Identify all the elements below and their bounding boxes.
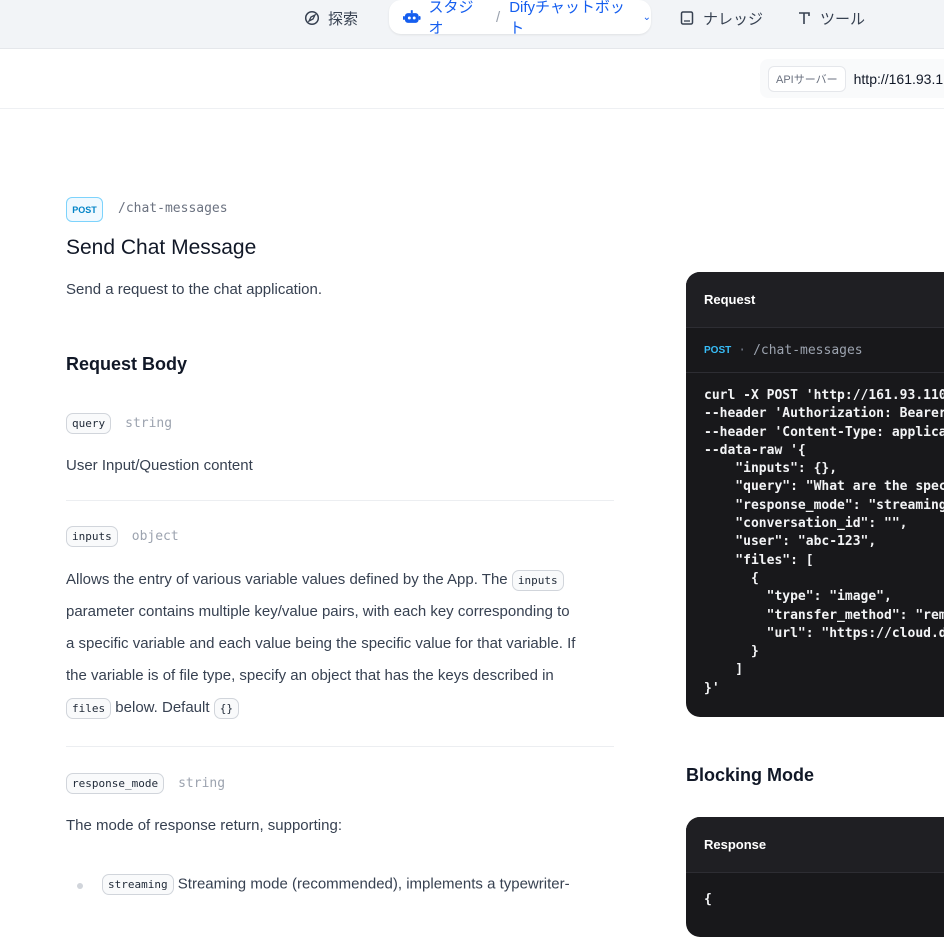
desc-text: below. Default bbox=[115, 699, 210, 716]
book-icon bbox=[680, 11, 694, 25]
desc-line: Allows the entry of various variable val… bbox=[66, 564, 614, 596]
desc-line: a specific variable and each value being… bbox=[66, 635, 576, 652]
endpoint-path: /chat-messages bbox=[118, 201, 228, 216]
tool-icon bbox=[799, 12, 810, 24]
divider bbox=[66, 500, 614, 501]
api-server-url[interactable]: http://161.93.1 bbox=[854, 71, 944, 87]
chevron-down-icon[interactable]: ⌄ bbox=[643, 12, 651, 23]
param-name-chip: query bbox=[66, 413, 112, 434]
nav-explore-label: 探索 bbox=[328, 10, 359, 28]
panel-endpoint: POST · /chat-messages bbox=[686, 328, 944, 373]
nav-tools[interactable]: ツール bbox=[796, 2, 865, 34]
inline-code-chip: inputs bbox=[511, 569, 564, 591]
panel-title: Request bbox=[686, 272, 944, 328]
param-name-chip: response_mode bbox=[66, 773, 165, 794]
bullet-item: streaming Streaming mode (recommended), … bbox=[102, 874, 570, 895]
compass-icon bbox=[304, 10, 320, 26]
param-inputs: inputs object bbox=[66, 526, 179, 547]
param-type: string bbox=[178, 776, 226, 791]
inline-code-chip: {} bbox=[213, 697, 239, 719]
endpoint-title: Send Chat Message bbox=[66, 236, 257, 259]
nav-explore[interactable]: 探索 bbox=[304, 2, 358, 34]
panel-method: POST bbox=[704, 344, 732, 356]
breadcrumb-separator: / bbox=[496, 8, 501, 26]
blocking-mode-title: Blocking Mode bbox=[686, 765, 815, 785]
param-type: object bbox=[131, 529, 179, 544]
desc-line: parameter contains multiple key/value pa… bbox=[66, 603, 570, 620]
endpoint-description: Send a request to the chat application. bbox=[66, 281, 323, 298]
panel-title: Response bbox=[686, 817, 944, 873]
robot-icon bbox=[403, 10, 421, 23]
param-response-mode: response_mode string bbox=[66, 773, 225, 794]
param-description: The mode of response return, supporting: bbox=[66, 817, 342, 834]
nav-knowledge-label: ナレッジ bbox=[703, 10, 764, 28]
inline-code-chip: streaming bbox=[102, 874, 174, 895]
nav-tools-label: ツール bbox=[820, 10, 866, 28]
desc-line: the variable is of file type, specify an… bbox=[66, 667, 554, 684]
param-description: User Input/Question content bbox=[66, 457, 253, 474]
api-server-tag: APIサーバー bbox=[768, 65, 846, 92]
method-badge: POST bbox=[66, 197, 103, 222]
param-query: query string bbox=[66, 413, 172, 434]
inline-code-chip: files bbox=[66, 697, 112, 719]
bullet-dot bbox=[77, 883, 83, 889]
request-code-panel: Request POST · /chat-messages curl -X PO… bbox=[686, 272, 944, 717]
divider bbox=[66, 746, 614, 747]
param-name-chip: inputs bbox=[66, 526, 118, 547]
app-selector[interactable]: Difyチャットボット bbox=[509, 0, 636, 38]
bullet-text: Streaming mode (recommended), implements… bbox=[177, 875, 570, 893]
api-server-box[interactable]: APIサーバー http://161.93.1 bbox=[760, 59, 944, 98]
panel-path: /chat-messages bbox=[753, 342, 863, 358]
response-code-panel: Response { bbox=[686, 817, 944, 937]
top-navigation: 探索 スタジオ / Difyチャットボット ⌄ ナレッジ ツール bbox=[0, 0, 944, 49]
param-type: string bbox=[125, 416, 173, 431]
api-subheader: APIサーバー http://161.93.1 bbox=[0, 49, 944, 109]
param-description: Allows the entry of various variable val… bbox=[66, 564, 614, 724]
nav-knowledge[interactable]: ナレッジ bbox=[679, 2, 763, 34]
nav-studio[interactable]: スタジオ / Difyチャットボット ⌄ bbox=[389, 0, 651, 37]
panel-dot: · bbox=[738, 342, 747, 358]
nav-studio-label: スタジオ bbox=[428, 0, 474, 37]
desc-text: Allows the entry of various variable val… bbox=[66, 571, 508, 588]
request-body-title: Request Body bbox=[66, 354, 188, 374]
response-code[interactable]: { bbox=[686, 873, 944, 909]
desc-line: files below. Default {} bbox=[66, 692, 614, 724]
curl-code[interactable]: curl -X POST 'http://161.93.110. --heade… bbox=[686, 373, 944, 698]
